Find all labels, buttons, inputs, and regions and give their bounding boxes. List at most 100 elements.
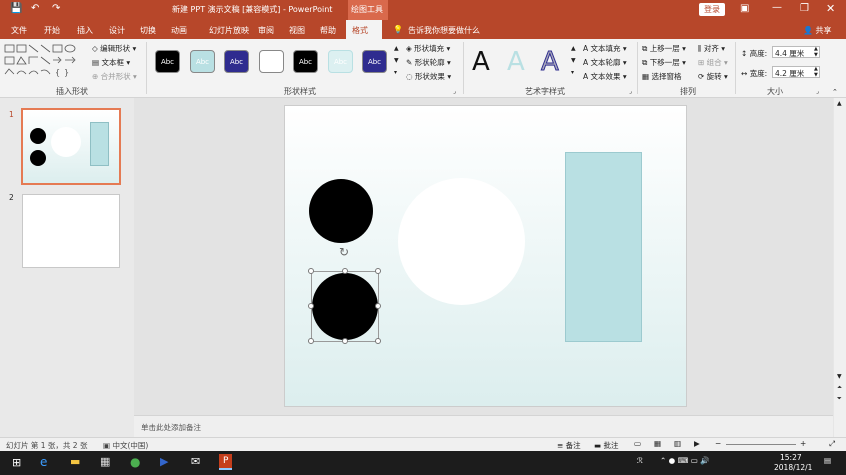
tab-design[interactable]: 设计 [109, 25, 125, 36]
next-slide-icon[interactable]: ⏷ [837, 395, 842, 403]
tab-animations[interactable]: 动画 [171, 25, 187, 36]
textbox-button[interactable]: ▤ 文本框 ▾ [92, 57, 130, 68]
minimize-icon[interactable]: — [772, 2, 782, 13]
normal-view-icon[interactable]: ▭ [634, 439, 641, 448]
align-button[interactable]: ⫼ 对齐 ▾ [698, 43, 725, 54]
sorter-view-icon[interactable]: ▦ [654, 439, 661, 448]
group-button[interactable]: ⊞ 组合 ▾ [698, 57, 728, 68]
tab-view[interactable]: 视图 [289, 25, 305, 36]
resize-handle[interactable] [308, 303, 314, 309]
notes-button[interactable]: ≡ 备注 [557, 440, 581, 451]
shape-style-black[interactable]: Abc [155, 50, 180, 73]
shape-style-teal[interactable]: Abc [190, 50, 215, 73]
tab-home[interactable]: 开始 [44, 25, 60, 36]
shape-style-navy[interactable]: Abc [224, 50, 249, 73]
shape-effects-button[interactable]: ◌ 形状效果 ▾ [406, 71, 451, 82]
black-circle-top[interactable] [309, 179, 373, 243]
prev-slide-icon[interactable]: ⏶ [837, 384, 842, 392]
resize-handle[interactable] [342, 268, 348, 274]
send-backward-button[interactable]: ⧉ 下移一层 ▾ [642, 57, 686, 68]
selected-shape[interactable]: ↻ [308, 245, 381, 344]
rotate-button[interactable]: ⟳ 旋转 ▾ [698, 71, 728, 82]
gallery-scroll-icon[interactable]: ▲ ▼ ▾ [394, 43, 399, 79]
dialog-launcher-icon[interactable]: ⌟ [453, 88, 456, 95]
comments-button[interactable]: ▬ 批注 [594, 440, 618, 451]
start-icon[interactable]: ⊞ [12, 456, 21, 469]
rotate-handle-icon[interactable]: ↻ [339, 245, 349, 259]
powerpoint-taskbar-icon[interactable]: P [219, 454, 233, 470]
tab-insert[interactable]: 插入 [77, 25, 93, 36]
shape-outline-button[interactable]: ✎ 形状轮廓 ▾ [406, 57, 451, 68]
width-input[interactable]: 4.2 厘米 [772, 66, 820, 78]
shape-fill-button[interactable]: ◈ 形状填充 ▾ [406, 43, 450, 54]
tab-format[interactable]: 格式 [346, 20, 382, 39]
teal-rectangle[interactable] [565, 152, 642, 342]
shape-style-white[interactable] [259, 50, 284, 73]
edit-shape-button[interactable]: ◇ 编辑形状 ▾ [92, 43, 136, 54]
collapse-ribbon-icon[interactable]: ⌃ [832, 88, 838, 96]
zoom-in-icon[interactable]: + [800, 439, 806, 448]
resize-handle[interactable] [308, 268, 314, 274]
tab-transitions[interactable]: 切换 [140, 25, 156, 36]
shape-style-black-outline[interactable]: Abc [293, 50, 318, 73]
slide-thumbnail-1[interactable] [21, 108, 121, 185]
notification-icon[interactable]: ▤ [824, 456, 831, 465]
dialog-launcher-icon[interactable]: ⌟ [629, 88, 632, 95]
undo-icon[interactable]: ↶ [31, 3, 39, 14]
wordart-navy[interactable]: A [541, 47, 560, 78]
tab-help[interactable]: 帮助 [320, 25, 336, 36]
people-icon[interactable]: ℛ [637, 456, 643, 465]
shape-style-light-teal[interactable]: Abc [328, 50, 353, 73]
resize-handle[interactable] [342, 338, 348, 344]
resize-handle[interactable] [375, 268, 381, 274]
language[interactable]: ▣ 中文(中国) [103, 440, 148, 451]
scroll-down-icon[interactable]: ▼ [837, 373, 842, 380]
store-icon[interactable]: ▦ [100, 455, 110, 468]
shape-gallery[interactable]: {} [4, 44, 80, 80]
tray-icons[interactable]: ⌃ ● ⌨ ▭ 🔊 [660, 456, 710, 465]
media-player-icon[interactable]: ▶ [160, 455, 168, 468]
shape-style-navy-2[interactable]: Abc [362, 50, 387, 73]
restore-icon[interactable]: ❐ [800, 3, 809, 14]
text-effects-button[interactable]: A 文本效果 ▾ [583, 71, 627, 82]
app-green-icon[interactable]: ● [130, 455, 140, 469]
wordart-light[interactable]: A [507, 47, 525, 77]
merge-shapes-button[interactable]: ⊕ 合并形状 ▾ [92, 71, 137, 82]
tab-file[interactable]: 文件 [11, 25, 27, 36]
notes-pane[interactable]: 单击此处添加备注 [134, 415, 833, 437]
fit-slide-icon[interactable]: ⤢ [829, 439, 835, 449]
share-button[interactable]: 👤 共享 [803, 25, 832, 36]
zoom-slider[interactable] [726, 444, 796, 445]
slideshow-view-icon[interactable]: ▶ [694, 439, 700, 448]
resize-handle[interactable] [375, 338, 381, 344]
slide-thumbnail-2[interactable] [22, 194, 120, 268]
redo-icon[interactable]: ↷ [52, 3, 60, 14]
bring-forward-button[interactable]: ⧉ 上移一层 ▾ [642, 43, 686, 54]
login-button[interactable]: 登录 [699, 3, 725, 16]
gallery-scroll-icon[interactable]: ▲ ▼ ▾ [571, 43, 576, 79]
dialog-launcher-icon[interactable]: ⌟ [816, 88, 819, 95]
reading-view-icon[interactable]: ▥ [674, 439, 681, 448]
white-circle[interactable] [398, 178, 525, 305]
tell-me-input[interactable]: 告诉我你想要做什么 [408, 25, 480, 36]
text-fill-button[interactable]: A 文本填充 ▾ [583, 43, 627, 54]
height-input[interactable]: 4.4 厘米 [772, 46, 820, 58]
resize-handle[interactable] [375, 303, 381, 309]
vertical-scrollbar[interactable]: ▲ ▼ ⏶ ⏷ [834, 98, 846, 437]
wordart-black[interactable]: A [472, 47, 490, 77]
mail-icon[interactable]: ✉ [191, 455, 200, 468]
edge-icon[interactable]: e [40, 455, 47, 469]
tab-review[interactable]: 审阅 [258, 25, 274, 36]
width-spinner[interactable]: ▲ ▼ [814, 66, 818, 78]
scroll-up-icon[interactable]: ▲ [837, 100, 842, 107]
selection-pane-button[interactable]: ▦ 选择窗格 [642, 71, 681, 82]
text-outline-button[interactable]: A 文本轮廓 ▾ [583, 57, 627, 68]
tab-slideshow[interactable]: 幻灯片放映 [209, 25, 249, 36]
file-explorer-icon[interactable]: ▬ [70, 455, 80, 468]
save-icon[interactable]: 💾 [10, 3, 22, 14]
black-circle-selected[interactable] [312, 273, 378, 340]
height-spinner[interactable]: ▲ ▼ [814, 46, 818, 58]
zoom-out-icon[interactable]: − [715, 439, 721, 448]
resize-handle[interactable] [308, 338, 314, 344]
close-icon[interactable]: ✕ [826, 2, 835, 15]
